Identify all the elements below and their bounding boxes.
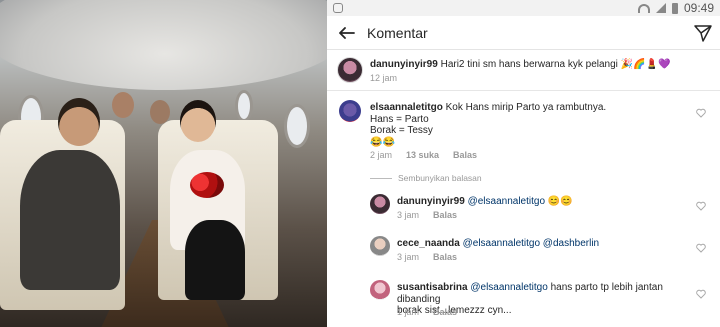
avatar[interactable]	[370, 236, 390, 256]
comment-likes[interactable]: 13 suka	[406, 150, 439, 160]
heart-icon[interactable]	[696, 108, 706, 118]
reply-button[interactable]: Balas	[433, 252, 457, 262]
cabin-ceiling	[0, 0, 327, 90]
comment-time: 3 jam	[397, 252, 420, 262]
back-arrow-icon	[339, 26, 355, 39]
page-title: Komentar	[367, 24, 428, 41]
status-clock: 09:49	[683, 1, 714, 15]
comment-line: Borak = Tessy	[370, 125, 433, 136]
comment-time: 12 jam	[370, 73, 398, 83]
caption-divider	[327, 90, 720, 91]
reply-text: cece_naanda @elsaannaletitgo @dashberlin	[397, 238, 687, 250]
comment-line: Kok Hans mirip Parto ya rambutnya.	[442, 102, 607, 113]
rose-bouquet	[190, 172, 224, 198]
comment-username[interactable]: susantisabrina	[397, 282, 468, 293]
comment-time: 3 jam	[397, 210, 420, 220]
avatar[interactable]	[337, 57, 363, 83]
reply-button[interactable]: Balas	[453, 150, 477, 160]
wifi-icon	[637, 3, 650, 13]
back-button[interactable]	[327, 16, 367, 50]
comment-username[interactable]: danunyinyir99	[370, 59, 438, 70]
passenger-head-back	[112, 92, 134, 118]
comment-line: 😂😂	[370, 136, 395, 148]
hide-replies-line	[370, 177, 392, 179]
avatar[interactable]	[339, 100, 361, 122]
cabin-window-right-far	[235, 90, 253, 122]
avatar[interactable]	[370, 194, 390, 214]
reply-button[interactable]: Balas	[433, 307, 457, 317]
reply-button[interactable]: Balas	[433, 210, 457, 220]
comment-meta: 2 jam 13 suka Balas	[370, 150, 477, 160]
comment-body: Hari2 tini sm hans berwarna kyk pelangi …	[437, 59, 671, 70]
post-photo	[0, 0, 327, 327]
heart-icon[interactable]	[696, 201, 706, 211]
passenger-head-back-2	[150, 100, 170, 124]
mention-link[interactable]: @elsaannaletitgo @dashberlin	[460, 238, 600, 249]
heart-icon[interactable]	[696, 289, 706, 299]
hide-replies-toggle[interactable]: Sembunyikan balasan	[370, 173, 482, 183]
reply-meta: 3 jam Balas	[397, 210, 457, 220]
comments-list: danunyinyir99 Hari2 tini sm hans berwarn…	[327, 50, 720, 327]
signal-icon	[655, 3, 666, 13]
caption-meta: 12 jam	[370, 73, 397, 83]
comment-text: elsaannaletitgo Kok Hans mirip Parto ya …	[370, 102, 670, 148]
comments-header: Komentar	[327, 16, 720, 50]
avatar[interactable]	[370, 280, 390, 300]
man-seated	[20, 150, 120, 290]
heart-icon[interactable]	[696, 243, 706, 253]
comment-username[interactable]: danunyinyir99	[397, 196, 465, 207]
mention-link[interactable]: @elsaannaletitgo	[468, 282, 547, 293]
comment-username[interactable]: elsaannaletitgo	[370, 102, 443, 113]
hide-replies-label: Sembunyikan balasan	[398, 173, 482, 183]
mention-link[interactable]: @elsaannaletitgo	[465, 196, 545, 207]
cabin-window-right	[284, 104, 310, 148]
reply-meta: 1 jam Balas	[397, 307, 457, 317]
man-head	[58, 98, 100, 146]
send-icon[interactable]	[692, 22, 714, 44]
status-bar: 09:49	[327, 0, 720, 16]
reply-text: danunyinyir99 @elsaannaletitgo 😊😊	[397, 196, 687, 208]
comment-line: Hans = Parto	[370, 113, 429, 125]
comment-time: 1 jam	[397, 307, 420, 317]
instagram-notification-icon	[333, 3, 343, 13]
comment-body: 😊😊	[545, 196, 573, 207]
comment-username[interactable]: cece_naanda	[397, 238, 460, 249]
comment-time: 2 jam	[370, 150, 393, 160]
caption-text: danunyinyir99 Hari2 tini sm hans berwarn…	[370, 59, 700, 71]
reply-meta: 3 jam Balas	[397, 252, 457, 262]
battery-icon	[671, 2, 678, 14]
woman-legs	[185, 220, 245, 300]
woman-head	[180, 100, 216, 142]
